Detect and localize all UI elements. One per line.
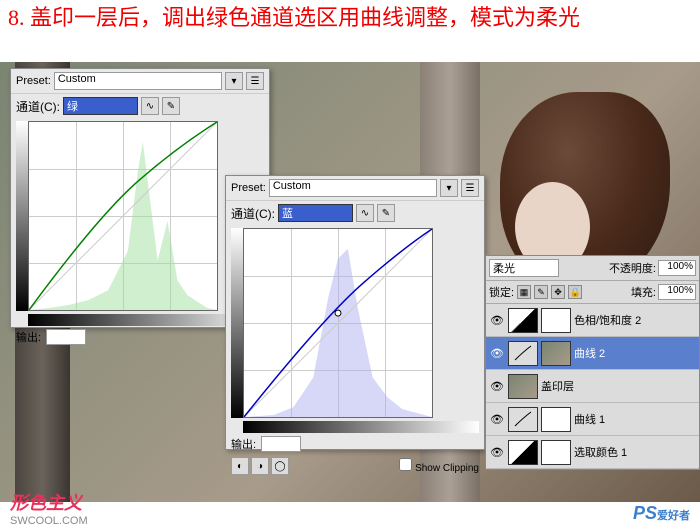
curve-graph[interactable] [28, 121, 218, 311]
horizontal-gradient [243, 421, 479, 433]
show-clipping-checkbox[interactable]: Show Clipping [399, 458, 479, 474]
layer-name: 色相/饱和度 2 [574, 312, 696, 328]
layer-row[interactable]: 👁 色相/饱和度 2 [486, 304, 699, 337]
visibility-eye-icon[interactable]: 👁 [489, 378, 505, 394]
layer-row[interactable]: 👁 盖印层 [486, 370, 699, 403]
preset-menu-icon[interactable]: ▾ [225, 72, 243, 90]
channel-dropdown[interactable]: 蓝 [278, 204, 353, 222]
curve-graph[interactable] [243, 228, 433, 418]
watermark-ps: PS爱好者 [633, 503, 690, 524]
fill-value[interactable]: 100% [658, 284, 696, 300]
watermark-swcool: 形色主义 SWCOOL.COM [10, 489, 88, 527]
eyedropper-black-icon[interactable]: ◐ [231, 457, 249, 475]
mask-thumb [541, 440, 571, 465]
mask-thumb [541, 407, 571, 432]
lock-position-icon[interactable]: ✥ [551, 285, 565, 299]
opacity-label: 不透明度: [609, 260, 656, 276]
preset-dropdown[interactable]: Custom [269, 179, 437, 197]
opacity-value[interactable]: 100% [658, 260, 696, 276]
vertical-gradient [231, 228, 243, 418]
lock-pixels-icon[interactable]: ✎ [534, 285, 548, 299]
layer-row[interactable]: 👁 选取颜色 1 [486, 436, 699, 469]
visibility-eye-icon[interactable]: 👁 [489, 444, 505, 460]
blend-mode-dropdown[interactable]: 柔光 [489, 259, 559, 277]
vertical-gradient [16, 121, 28, 311]
preset-dropdown[interactable]: Custom [54, 72, 222, 90]
mask-thumb [541, 308, 571, 333]
channel-label: 通道(C): [16, 98, 60, 115]
curves-thumb [508, 341, 538, 366]
adjustment-thumb [508, 440, 538, 465]
visibility-eye-icon[interactable]: 👁 [489, 312, 505, 328]
curves-thumb [508, 407, 538, 432]
image-thumb [508, 374, 538, 399]
visibility-eye-icon[interactable]: 👁 [489, 345, 505, 361]
curves-dialog-blue: Preset: Custom ▾ ☰ 通道(C): 蓝 ∿ ✎ 输出: ◐ [225, 175, 485, 450]
layer-list: 👁 色相/饱和度 2 👁 曲线 2 👁 盖印层 👁 曲线 1 👁 选取颜色 [486, 304, 699, 469]
curve-mode-icon[interactable]: ∿ [356, 204, 374, 222]
curve-mode-icon[interactable]: ∿ [141, 97, 159, 115]
eyedropper-gray-icon[interactable]: ◑ [251, 457, 269, 475]
preset-label: Preset: [231, 182, 266, 194]
lock-label: 锁定: [489, 284, 514, 300]
pencil-mode-icon[interactable]: ✎ [162, 97, 180, 115]
lock-all-icon[interactable]: 🔒 [568, 285, 582, 299]
mask-thumb [541, 341, 571, 366]
layer-row[interactable]: 👁 曲线 2 [486, 337, 699, 370]
panel-menu-icon[interactable]: ☰ [246, 72, 264, 90]
pencil-mode-icon[interactable]: ✎ [377, 204, 395, 222]
lock-transparent-icon[interactable]: ▦ [517, 285, 531, 299]
output-label: 输出: [16, 329, 41, 345]
visibility-eye-icon[interactable]: 👁 [489, 411, 505, 427]
output-value-input[interactable] [261, 436, 301, 452]
layer-name: 曲线 2 [574, 345, 696, 361]
layer-row[interactable]: 👁 曲线 1 [486, 403, 699, 436]
preset-label: Preset: [16, 75, 51, 87]
preset-menu-icon[interactable]: ▾ [440, 179, 458, 197]
step-instruction: 8. 盖印一层后，调出绿色通道选区用曲线调整，模式为柔光 [0, 0, 700, 37]
output-label: 输出: [231, 436, 256, 452]
channel-label: 通道(C): [231, 205, 275, 222]
fill-label: 填充: [631, 284, 656, 300]
channel-dropdown[interactable]: 绿 [63, 97, 138, 115]
layer-name: 曲线 1 [574, 411, 696, 427]
layer-name: 选取颜色 1 [574, 444, 696, 460]
adjustment-thumb [508, 308, 538, 333]
eyedropper-white-icon[interactable]: ◯ [271, 457, 289, 475]
layer-name: 盖印层 [541, 378, 696, 394]
panel-menu-icon[interactable]: ☰ [461, 179, 479, 197]
layers-panel: 柔光 不透明度: 100% 锁定: ▦ ✎ ✥ 🔒 填充: 100% 👁 色相/… [485, 255, 700, 470]
output-value-input[interactable] [46, 329, 86, 345]
